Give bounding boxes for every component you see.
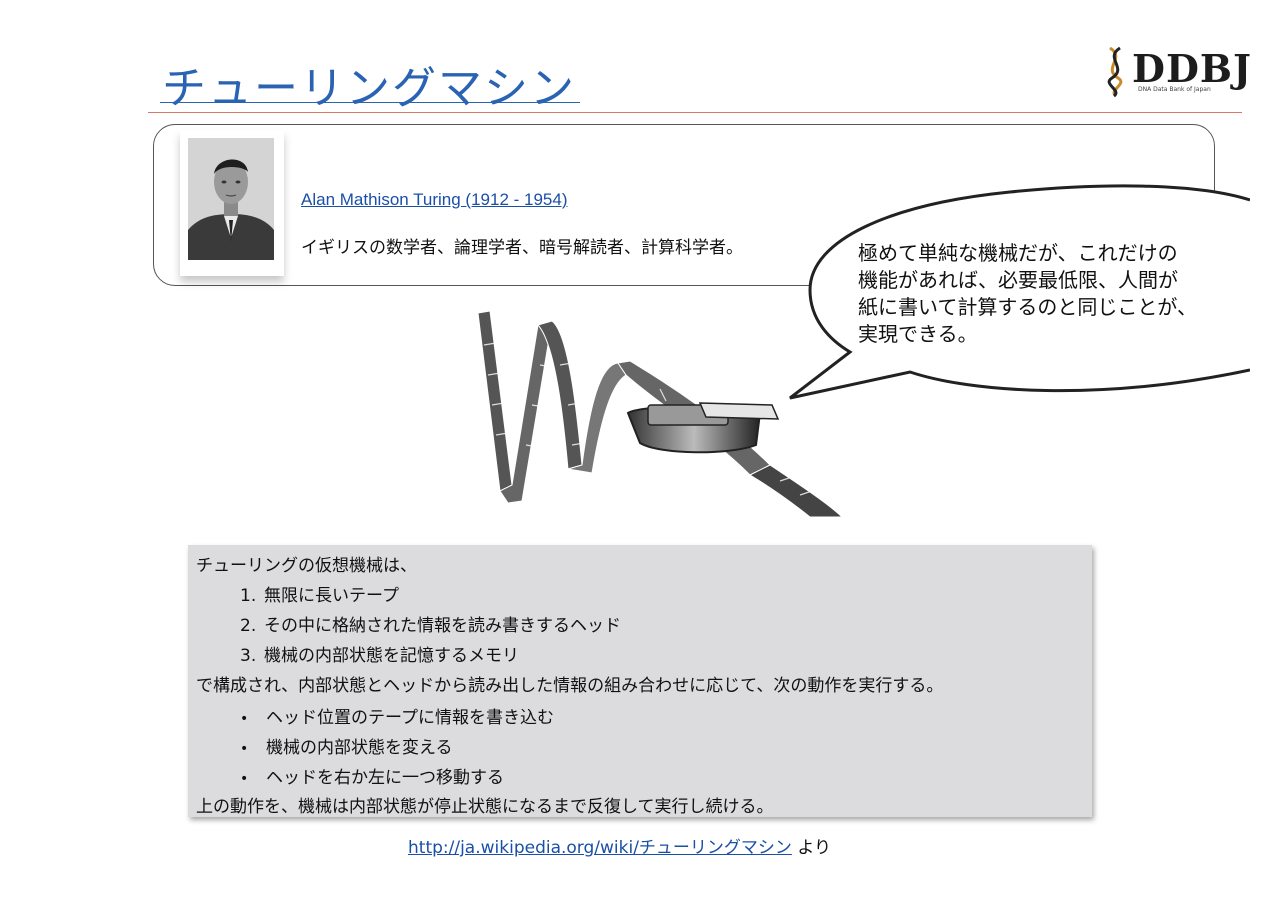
portrait-frame [180,130,284,276]
component-text: その中に格納された情報を読み書きするヘッド [264,616,621,636]
ddbj-logo: DDBJ DNA Data Bank of Japan [1098,44,1251,98]
action-text: ヘッド位置のテープに情報を書き込む [266,708,554,728]
component-item: 2. その中に格納された情報を読み書きするヘッド [240,611,621,636]
source-suffix: より [797,838,832,858]
action-text: 機械の内部状態を変える [266,738,453,758]
component-text: 機械の内部状態を記憶するメモリ [264,646,519,666]
bullet-icon: • [240,771,249,787]
component-item: 3. 機械の内部状態を記憶するメモリ [240,641,519,666]
title-underline [160,102,580,103]
turing-machine-description: チューリングの仮想機械は、 1. 無限に長いテープ 2. その中に格納された情報を読… [188,545,1092,817]
bullet-icon: • [240,711,249,727]
logo-wordmark: DDBJ [1132,46,1253,91]
component-item: 1. 無限に長いテープ [240,581,399,606]
info-intro: チューリングの仮想機械は、 [196,556,417,576]
profile-description: イギリスの数学者、論理学者、暗号解読者、計算科学者。 [301,238,743,258]
callout-line: 極めて単純な機械だが、これだけの [858,241,1178,265]
callout-line: 機能があれば、必要最低限、人間が [858,268,1178,292]
callout-line: 紙に書いて計算するのと同じことが、 [858,295,1197,319]
bullet-icon: • [240,741,249,757]
action-item: • ヘッドを右か左に一つ移動する [240,763,504,788]
turing-wiki-link[interactable]: Alan Mathison Turing (1912 - 1954) [301,190,568,210]
component-number: 3. [240,646,257,666]
source-link[interactable]: http://ja.wikipedia.org/wiki/チューリングマシン [408,838,792,858]
action-item: • 機械の内部状態を変える [240,733,453,758]
read-write-head [626,402,780,454]
callout-text: 極めて単純な機械だが、これだけの 機能があれば、必要最低限、人間が 紙に書いて計… [858,240,1248,348]
logo-subtitle: DNA Data Bank of Japan [1138,86,1211,93]
turing-tape-illustration [477,310,844,518]
component-text: 無限に長いテープ [264,586,399,606]
dna-helix-icon [1107,46,1123,98]
component-number: 1. [240,586,257,606]
action-item: • ヘッド位置のテープに情報を書き込む [240,703,554,728]
info-conclusion: 上の動作を、機械は内部状態が停止状態になるまで反復して実行し続ける。 [196,797,774,817]
portrait-photo [188,138,274,260]
info-middle: で構成され、内部状態とヘッドから読み出した情報の組み合わせに応じて、次の動作を実… [196,676,944,696]
action-text: ヘッドを右か左に一つ移動する [266,768,504,788]
header-divider [148,112,1242,113]
component-number: 2. [240,616,257,636]
source-citation: http://ja.wikipedia.org/wiki/チューリングマシン よ… [408,833,831,858]
callout-line: 実現できる。 [858,322,978,346]
slide-title: チューリングマシン [162,63,576,114]
